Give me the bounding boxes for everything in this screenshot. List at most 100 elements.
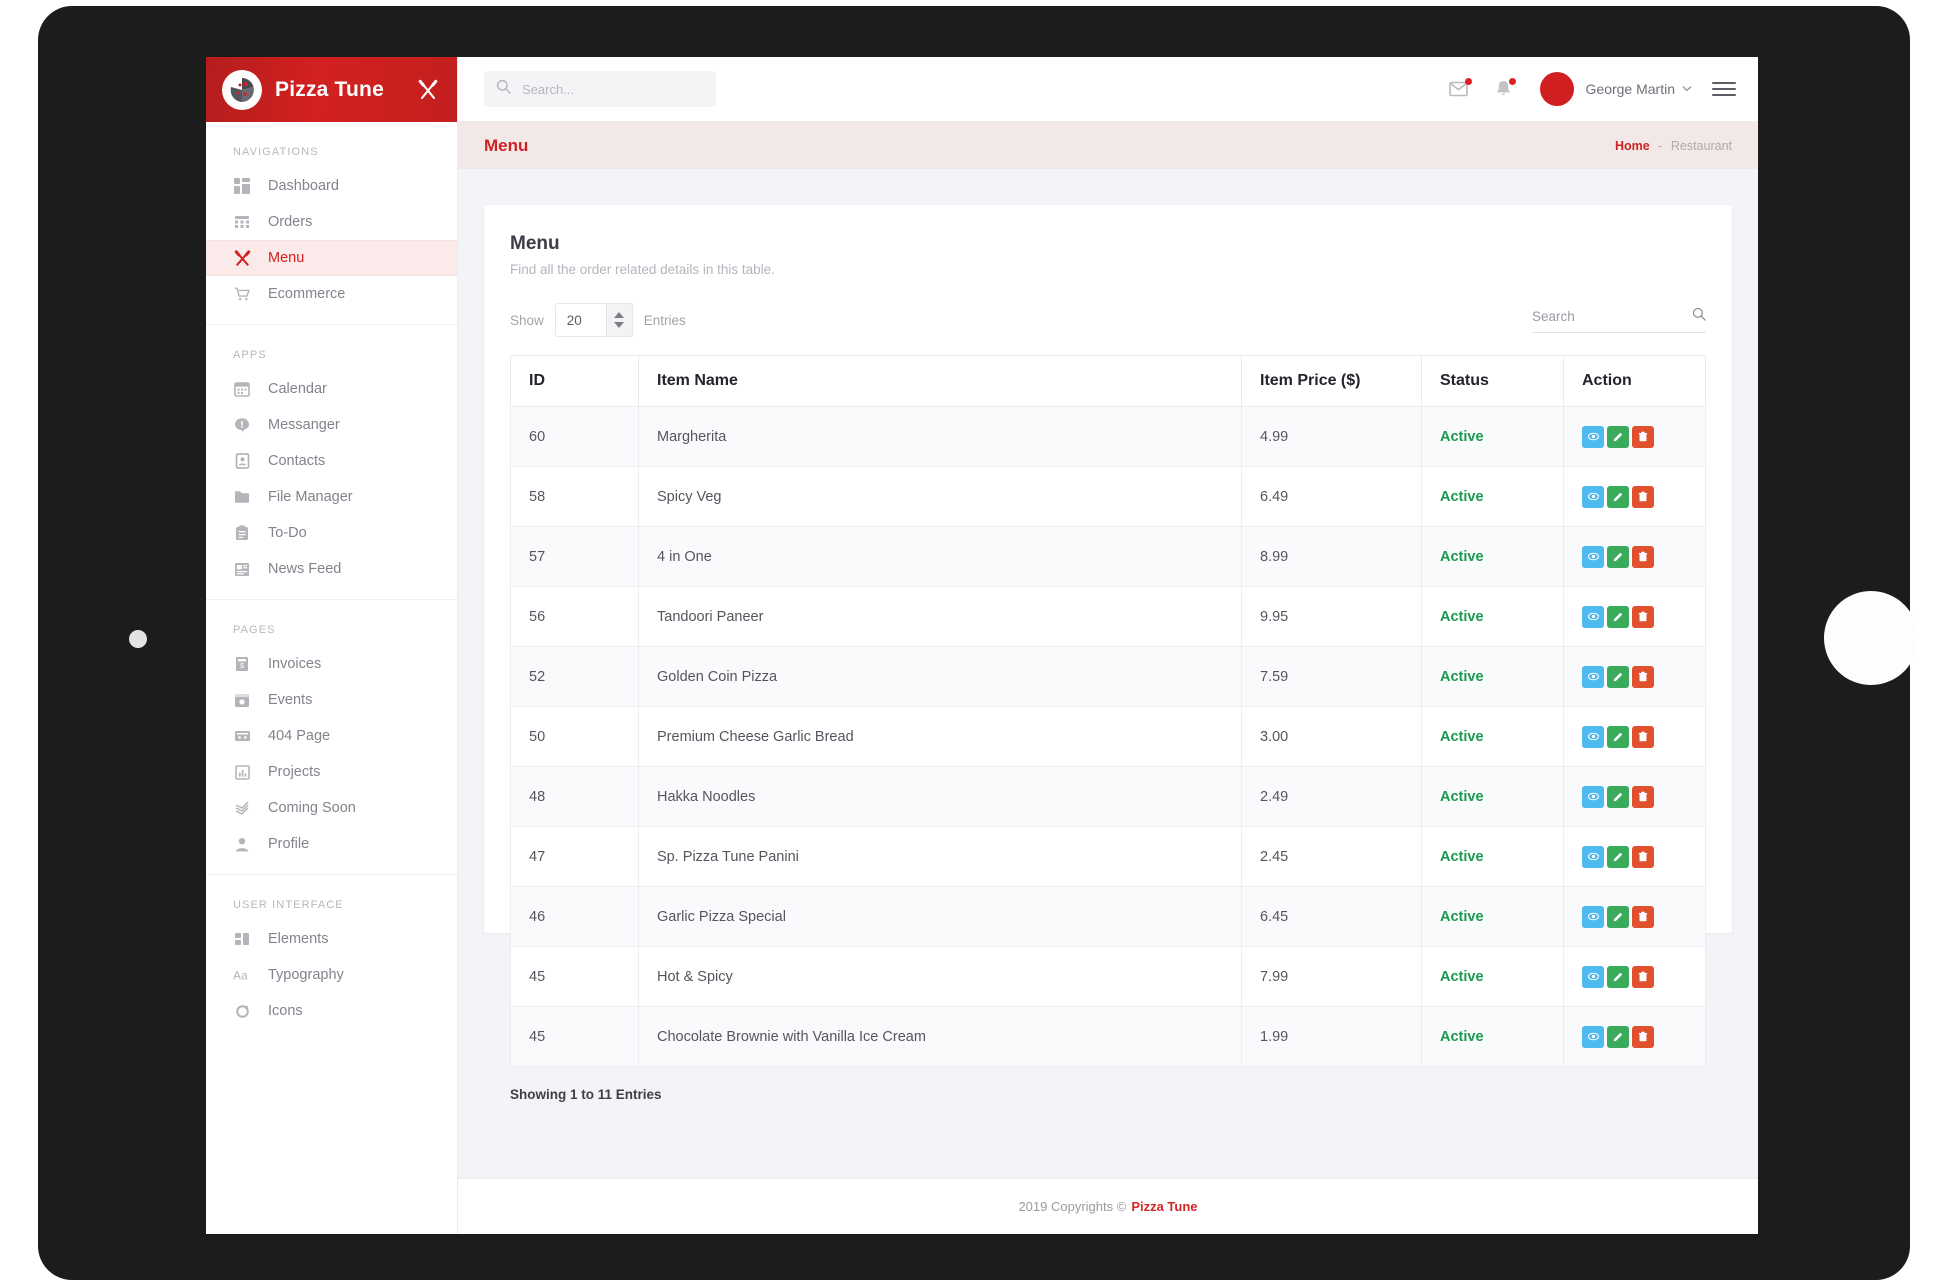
sidebar-item-contacts[interactable]: Contacts [206, 443, 457, 479]
trash-icon[interactable] [1632, 845, 1654, 868]
eye-icon[interactable] [1582, 725, 1604, 748]
trash-icon[interactable] [1632, 905, 1654, 928]
crossed-utensils-icon [233, 249, 251, 267]
sidebar-item-label: Icons [268, 1003, 303, 1019]
pencil-icon[interactable] [1607, 665, 1629, 688]
trash-icon[interactable] [1632, 725, 1654, 748]
home-button[interactable] [1824, 591, 1918, 685]
pencil-icon[interactable] [1607, 605, 1629, 628]
pencil-icon[interactable] [1607, 845, 1629, 868]
trash-icon[interactable] [1632, 1025, 1654, 1048]
row-action-group [1582, 785, 1687, 808]
status-badge: Active [1421, 586, 1564, 647]
column-header-action[interactable]: Action [1563, 355, 1706, 407]
invoice-icon: $ [233, 655, 251, 673]
sidebar-item-coming-soon[interactable]: Coming Soon [206, 790, 457, 826]
pencil-icon[interactable] [1607, 545, 1629, 568]
eye-icon[interactable] [1582, 485, 1604, 508]
sidebar-item-404-page[interactable]: 404 Page [206, 718, 457, 754]
eye-icon[interactable] [1582, 605, 1604, 628]
content-area: Menu Find all the order related details … [458, 169, 1758, 1178]
stepper-down-icon[interactable] [614, 322, 625, 328]
sidebar-item-profile[interactable]: Profile [206, 826, 457, 862]
stepper-buttons[interactable] [605, 304, 632, 336]
pencil-icon[interactable] [1607, 425, 1629, 448]
sidebar-item-events[interactable]: Events [206, 682, 457, 718]
sidebar-item-orders[interactable]: Orders [206, 204, 457, 240]
eye-icon[interactable] [1582, 665, 1604, 688]
pencil-icon[interactable] [1607, 785, 1629, 808]
sidebar-item-dashboard[interactable]: Dashboard [206, 168, 457, 204]
cell-actions [1563, 706, 1706, 767]
user-menu[interactable]: George Martin [1539, 72, 1692, 106]
sidebar-item-calendar[interactable]: Calendar [206, 371, 457, 407]
eye-icon[interactable] [1582, 425, 1604, 448]
sidebar-item-news-feed[interactable]: News Feed [206, 551, 457, 587]
sidebar-item-label: File Manager [268, 489, 353, 505]
sidebar-item-menu[interactable]: Menu [206, 240, 457, 276]
sidebar-item-elements[interactable]: Elements [206, 921, 457, 957]
eye-icon[interactable] [1582, 845, 1604, 868]
status-badge: Active [1421, 706, 1564, 767]
cell-id: 48 [510, 766, 639, 827]
sidebar-item-file-manager[interactable]: File Manager [206, 479, 457, 515]
menu-table: ID Item Name Item Price ($) Status Actio… [510, 355, 1706, 1067]
cell-item-name: Tandoori Paneer [638, 586, 1242, 647]
trash-icon[interactable] [1632, 665, 1654, 688]
search-input[interactable] [522, 81, 704, 97]
cell-item-name: 4 in One [638, 526, 1242, 587]
trash-icon[interactable] [1632, 785, 1654, 808]
pencil-icon[interactable] [1607, 965, 1629, 988]
trash-icon[interactable] [1632, 605, 1654, 628]
eye-icon[interactable] [1582, 965, 1604, 988]
pencil-icon[interactable] [1607, 1025, 1629, 1048]
column-header-status[interactable]: Status [1421, 355, 1564, 407]
cell-actions [1563, 886, 1706, 947]
global-search[interactable] [484, 71, 716, 107]
sidebar-item-typography[interactable]: Aa Typography [206, 957, 457, 993]
pencil-icon[interactable] [1607, 485, 1629, 508]
trash-icon[interactable] [1632, 485, 1654, 508]
entries-stepper[interactable] [554, 303, 633, 337]
dashboard-grid-icon [233, 177, 251, 195]
sidebar-item-messanger[interactable]: Messanger [206, 407, 457, 443]
hamburger-icon[interactable] [1712, 77, 1736, 101]
table-search-input[interactable] [1532, 309, 1692, 324]
sidebar-item-label: To-Do [268, 525, 307, 541]
chat-bubble-icon [233, 416, 251, 434]
sidebar-item-to-do[interactable]: To-Do [206, 515, 457, 551]
eye-icon[interactable] [1582, 905, 1604, 928]
sidebar-item-label: Invoices [268, 656, 322, 672]
table-row: 60 Margherita 4.99 Active [510, 406, 1706, 467]
page-title-bar: Menu Home - Restaurant [458, 122, 1758, 169]
cell-item-price: 6.45 [1241, 886, 1422, 947]
sidebar-item-projects[interactable]: Projects [206, 754, 457, 790]
sidebar-item-icons[interactable]: Icons [206, 993, 457, 1029]
breadcrumb-home[interactable]: Home [1615, 139, 1650, 153]
pencil-icon[interactable] [1607, 725, 1629, 748]
table-search[interactable] [1532, 307, 1706, 333]
pizza-slice-icon [222, 69, 262, 110]
messages-button[interactable] [1438, 69, 1482, 109]
trash-icon[interactable] [1632, 545, 1654, 568]
sidebar-item-ecommerce[interactable]: Ecommerce [206, 276, 457, 312]
eye-icon[interactable] [1582, 1025, 1604, 1048]
stepper-up-icon[interactable] [614, 312, 625, 318]
trash-icon[interactable] [1632, 965, 1654, 988]
cell-actions [1563, 826, 1706, 887]
column-header-id[interactable]: ID [510, 355, 639, 407]
sidebar-item-invoices[interactable]: $ Invoices [206, 646, 457, 682]
footer-brand-link[interactable]: Pizza Tune [1131, 1199, 1197, 1214]
pencil-icon[interactable] [1607, 905, 1629, 928]
breadcrumb-current: Restaurant [1670, 138, 1732, 153]
notifications-button[interactable] [1482, 69, 1526, 109]
column-header-price[interactable]: Item Price ($) [1241, 355, 1422, 407]
eye-icon[interactable] [1582, 785, 1604, 808]
entries-input[interactable] [555, 304, 606, 336]
cell-item-price: 2.49 [1241, 766, 1422, 827]
crossed-utensils-icon[interactable] [417, 79, 439, 101]
eye-icon[interactable] [1582, 545, 1604, 568]
column-header-name[interactable]: Item Name [638, 355, 1242, 407]
status-badge: Active [1421, 766, 1564, 827]
trash-icon[interactable] [1632, 425, 1654, 448]
